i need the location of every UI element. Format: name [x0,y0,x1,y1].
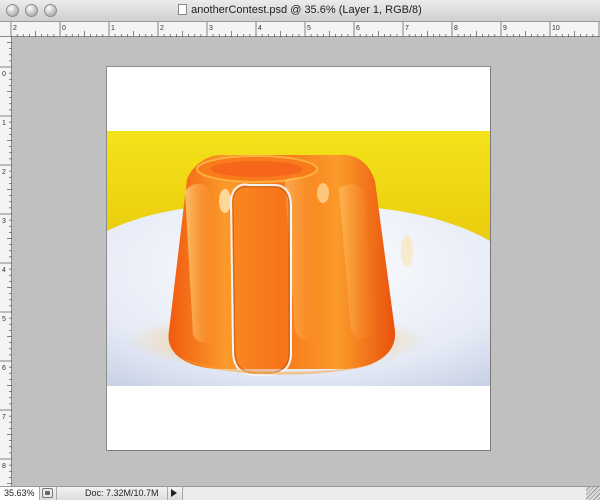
document-icon[interactable] [178,4,188,15]
ruler-label: 2 [13,25,17,32]
ruler-label: 8 [2,463,6,470]
ruler-label: 0 [62,25,66,32]
ruler-label: 4 [2,267,6,274]
ruler-label: 2 [160,25,164,32]
ruler-label: 7 [405,25,409,32]
ruler-label: 2 [2,169,6,176]
zoom-level-field[interactable]: 35.63% [0,487,40,500]
document-size-info: Doc: 7.32M/10.7M [56,487,168,500]
window-title-wrap: anotherContest.psd @ 35.6% (Layer 1, RGB… [0,4,600,16]
ruler-label: 4 [258,25,262,32]
ruler-label: 8 [454,25,458,32]
title-bar: anotherContest.psd @ 35.6% (Layer 1, RGB… [0,0,600,22]
horizontal-ruler-ticks: 201234567891011 [10,22,600,37]
vertical-ruler-ticks: 0 1 2 3 4 5 6 7 8 [0,42,12,484]
ruler-label: 5 [307,25,311,32]
canvas-area[interactable] [12,37,600,486]
document-canvas[interactable] [107,67,490,450]
resize-grip[interactable] [586,487,600,500]
horizontal-scrollbar[interactable] [182,487,586,500]
ruler-label: 0 [2,71,6,78]
ruler-label: 1 [2,120,6,127]
ruler-label: 1 [111,25,115,32]
ruler-label: 6 [356,25,360,32]
ruler-label: 6 [2,365,6,372]
status-bar: 35.63% Doc: 7.32M/10.7M [0,486,600,500]
jelly-photo [107,131,490,386]
ruler-label: 9 [503,25,507,32]
status-menu-icon[interactable] [42,488,53,498]
horizontal-ruler[interactable]: 201234567891011 [0,22,600,37]
ruler-label: 5 [2,316,6,323]
vertical-ruler[interactable]: 0 1 2 3 4 5 6 7 8 [0,37,12,486]
ruler-label: 10 [552,25,560,32]
triangle-right-icon[interactable] [171,489,177,497]
ruler-label: 3 [2,218,6,225]
ruler-label: 3 [209,25,213,32]
window-title: anotherContest.psd @ 35.6% (Layer 1, RGB… [191,4,422,16]
ruler-label: 7 [2,414,6,421]
